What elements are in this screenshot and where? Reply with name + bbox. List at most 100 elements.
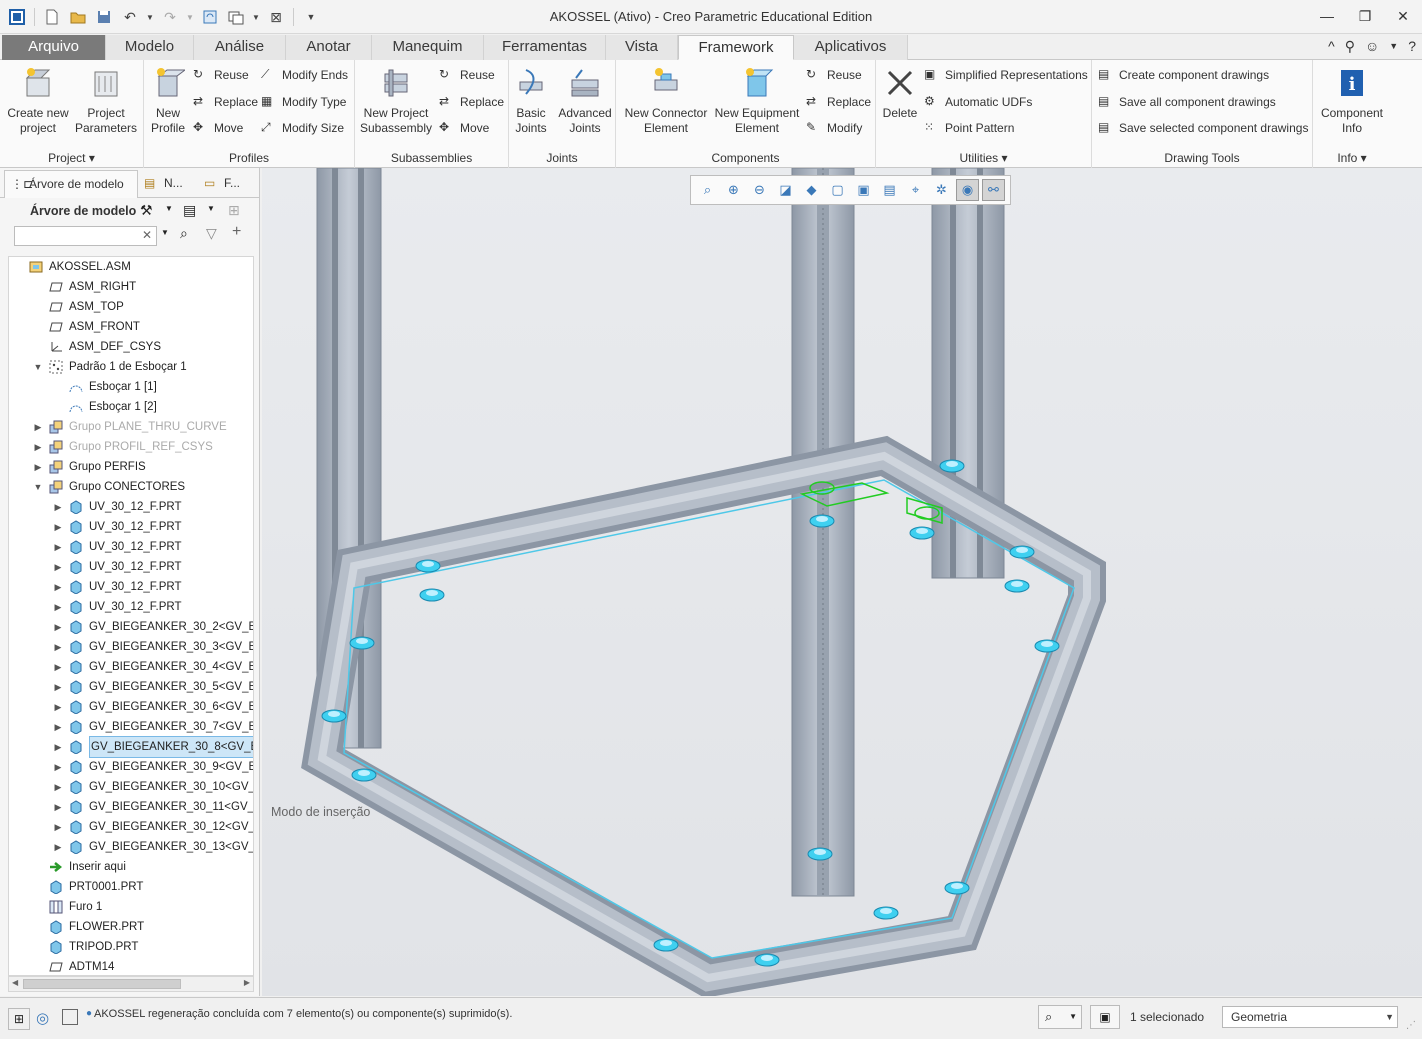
tab-favorites[interactable]: ▭ F... (200, 170, 256, 198)
tree-item[interactable]: ▶ Grupo PROFIL_REF_CSYS (33, 437, 213, 457)
tree-item[interactable]: ▶ GV_BIEGEANKER_30_10<GV_BIEGE (53, 777, 253, 797)
binoculars-icon[interactable]: ⌕ (180, 225, 188, 242)
connector-element[interactable] (1009, 545, 1035, 559)
connector-element[interactable] (873, 906, 899, 920)
new-project-subassembly-button[interactable]: New Project Subassembly (359, 64, 433, 136)
scrollbar-thumb[interactable] (23, 979, 181, 989)
tree-item[interactable]: ▶ UV_30_12_F.PRT (53, 557, 181, 577)
collapse-ribbon-icon[interactable]: ^ (1328, 38, 1335, 55)
project-parameters-button[interactable]: Project Parameters (74, 64, 138, 136)
fullscreen-icon[interactable] (62, 1009, 78, 1025)
connector-element[interactable] (754, 953, 780, 967)
zoom-out-icon[interactable]: ⊖ (748, 179, 771, 201)
tree-item[interactable]: ASM_DEF_CSYS (33, 337, 161, 357)
vertical-profile-center[interactable] (791, 168, 855, 897)
tree-item[interactable]: Esboçar 1 [2] (53, 397, 157, 417)
connector-display-icon[interactable]: ⚯ (982, 179, 1005, 201)
display-style-icon[interactable]: ◆ (800, 179, 823, 201)
collapse-icon[interactable]: ▼ (33, 357, 43, 377)
tree-item[interactable]: Esboçar 1 [1] (53, 377, 157, 397)
tree-item[interactable]: ▶ UV_30_12_F.PRT (53, 577, 181, 597)
component-info-button[interactable]: i Component Info (1315, 64, 1389, 136)
maximize-icon[interactable]: ❐ (1352, 4, 1378, 28)
perspective-icon[interactable]: ▤ (878, 179, 901, 201)
model-3d-view[interactable] (262, 168, 1422, 996)
tab-arquivo[interactable]: Arquivo (2, 35, 106, 60)
close-icon[interactable]: ✕ (1390, 4, 1416, 28)
tab-modelo[interactable]: Modelo (106, 35, 194, 60)
expand-icon[interactable]: ▶ (53, 637, 63, 657)
tree-settings-dropdown-icon[interactable]: ▼ (165, 204, 173, 213)
community-icon[interactable]: ☺ (1365, 38, 1379, 55)
expand-icon[interactable]: ▶ (33, 437, 43, 457)
create-new-project-button[interactable]: Create new project (4, 64, 72, 136)
annotation-display-icon[interactable]: ⌖ (904, 179, 927, 201)
new-equipment-element-button[interactable]: New Equipment Element (712, 64, 802, 136)
scroll-right-icon[interactable]: ▶ (244, 978, 250, 987)
tree-item[interactable]: ▶ GV_BIEGEANKER_30_3<GV_BIEGEA (53, 637, 253, 657)
tab-vista[interactable]: Vista (606, 35, 678, 60)
clear-search-icon[interactable]: ✕ (142, 228, 152, 242)
basic-joints-button[interactable]: Basic Joints (511, 64, 551, 136)
tree-item[interactable]: ▶ UV_30_12_F.PRT (53, 517, 181, 537)
expand-icon[interactable]: ▶ (53, 817, 63, 837)
datum-display-icon[interactable]: ✲ (930, 179, 953, 201)
expand-icon[interactable]: ▶ (53, 677, 63, 697)
expand-icon[interactable]: ▶ (53, 497, 63, 517)
resize-grip-icon[interactable]: ⋰ (1406, 1020, 1416, 1031)
selection-filter-select[interactable]: Geometria ▼ (1222, 1006, 1398, 1028)
profiles-move-button[interactable]: ✥ Move (193, 120, 243, 136)
refit-icon[interactable]: ⌕ (696, 179, 719, 201)
connector-element[interactable] (807, 847, 833, 861)
create-component-drawings-button[interactable]: ▤ Create component drawings (1098, 67, 1269, 83)
components-modify-button[interactable]: ✎ Modify (806, 120, 862, 136)
minimize-icon[interactable]: — (1314, 4, 1340, 28)
expand-icon[interactable]: ▶ (53, 537, 63, 557)
tree-item[interactable]: ▶ GV_BIEGEANKER_30_8<GV_BIEGEA (53, 736, 253, 758)
connector-element[interactable] (653, 938, 679, 952)
new-profile-button[interactable]: New Profile (146, 64, 190, 136)
tree-item[interactable]: ▶ UV_30_12_F.PRT (53, 597, 181, 617)
expand-icon[interactable]: ▶ (53, 577, 63, 597)
expand-icon[interactable]: ▶ (33, 417, 43, 437)
tree-item[interactable]: ▶ Grupo PLANE_THRU_CURVE (33, 417, 227, 437)
expand-icon[interactable]: ▶ (53, 617, 63, 637)
search-dropdown-icon[interactable]: ▼ (161, 228, 169, 237)
tab-model-tree[interactable]: ⋮⊏ Árvore de modelo (4, 170, 138, 198)
scroll-left-icon[interactable]: ◀ (12, 978, 18, 987)
components-reuse-button[interactable]: ↻ Reuse (806, 67, 862, 83)
connector-element[interactable] (419, 588, 445, 602)
tree-item[interactable]: ▶ UV_30_12_F.PRT (53, 537, 181, 557)
tree-horizontal-scrollbar[interactable]: ◀ ▶ (8, 976, 254, 992)
tree-item[interactable]: ▶ GV_BIEGEANKER_30_12<GV_BIEGE (53, 817, 253, 837)
expand-icon[interactable]: ▶ (53, 517, 63, 537)
tree-item[interactable]: Furo 1 (33, 897, 102, 917)
tree-item[interactable]: ▶ GV_BIEGEANKER_30_11<GV_BIEGE (53, 797, 253, 817)
tree-item[interactable]: AKOSSEL.ASM (13, 257, 131, 277)
utilities-group-label[interactable]: Utilities ▾ (876, 151, 1091, 165)
tree-item[interactable]: ▶ Grupo PERFIS (33, 457, 146, 477)
tab-framework[interactable]: Framework (678, 35, 794, 60)
tab-analise[interactable]: Análise (194, 35, 286, 60)
find-button[interactable]: ⌕ ▼ (1038, 1005, 1082, 1029)
tab-manequim[interactable]: Manequim (372, 35, 484, 60)
connector-element[interactable] (944, 881, 970, 895)
expand-icon[interactable]: ▶ (53, 717, 63, 737)
expand-icon[interactable]: ▶ (33, 457, 43, 477)
tree-columns-icon[interactable]: ▤ (183, 202, 196, 219)
tab-layers[interactable]: ▤ N... (140, 170, 194, 198)
tree-item[interactable]: PRT0001.PRT (33, 877, 143, 897)
delete-button[interactable]: Delete (880, 64, 920, 121)
profiles-replace-button[interactable]: ⇄ Replace (193, 94, 258, 110)
tree-item[interactable]: ▼ Grupo CONECTORES (33, 477, 185, 497)
tree-item[interactable]: ASM_TOP (33, 297, 124, 317)
simplified-representations-button[interactable]: ▣ Simplified Representations (924, 67, 1088, 83)
graphics-window[interactable]: ⌕ ⊕ ⊖ ◪ ◆ ▢ ▣ ▤ ⌖ ✲ ◉ ⚯ Modo de inserção (262, 168, 1422, 996)
expand-icon[interactable]: ▶ (53, 777, 63, 797)
automatic-udfs-button[interactable]: ⚙ Automatic UDFs (924, 94, 1032, 110)
repaint-icon[interactable]: ◪ (774, 179, 797, 201)
expand-icon[interactable]: ▶ (53, 757, 63, 777)
subasm-move-button[interactable]: ✥ Move (439, 120, 489, 136)
save-all-drawings-button[interactable]: ▤ Save all component drawings (1098, 94, 1276, 110)
modify-size-button[interactable]: ⤢ Modify Size (261, 120, 344, 136)
